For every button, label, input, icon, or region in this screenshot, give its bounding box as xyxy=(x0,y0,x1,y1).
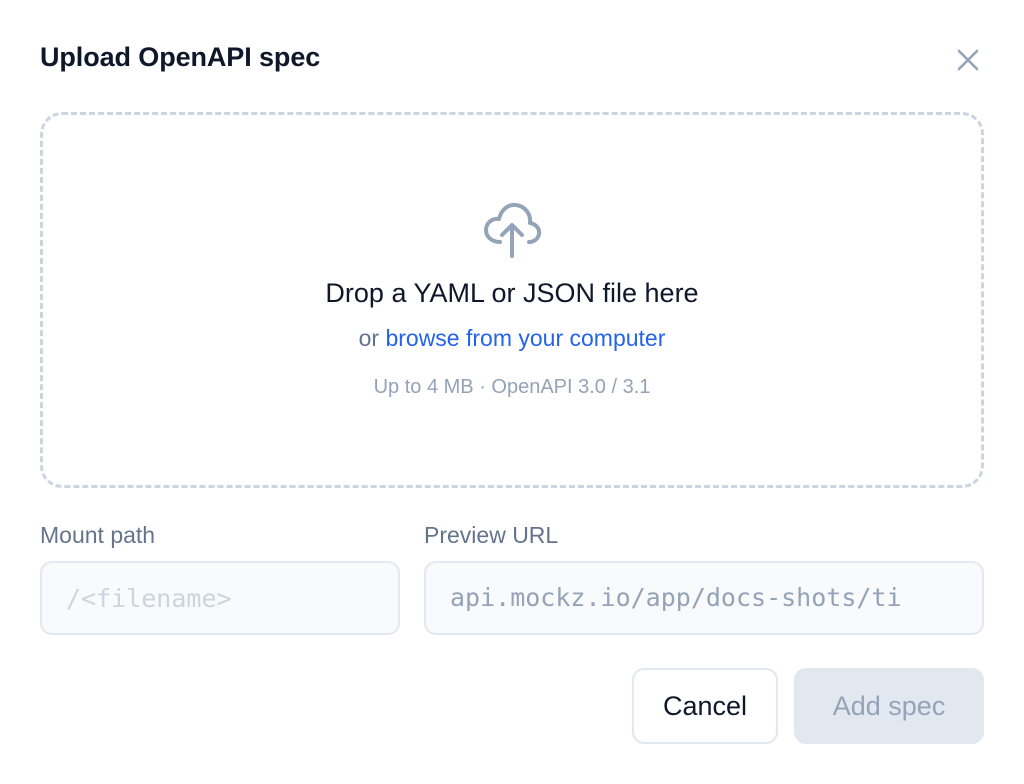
add-spec-button[interactable]: Add spec xyxy=(794,668,984,744)
preview-url-field[interactable]: api.mockz.io/app/docs-shots/ti xyxy=(424,561,984,635)
dropzone-title: Drop a YAML or JSON file here xyxy=(325,278,699,308)
close-icon xyxy=(957,49,979,71)
dropzone-subtitle: or browse from your computer xyxy=(0,325,1024,352)
cancel-button[interactable]: Cancel xyxy=(632,668,778,744)
mount-path-input[interactable] xyxy=(40,561,400,635)
dropzone-or-text: or xyxy=(358,325,380,351)
dialog-title: Upload OpenAPI spec xyxy=(40,42,321,72)
dropzone-hint: Up to 4 MB · OpenAPI 3.0 / 3.1 xyxy=(373,376,651,398)
upload-spec-dialog: Upload OpenAPI spec Drop a YAML or JSON … xyxy=(0,0,1024,784)
preview-url-label: Preview URL xyxy=(424,522,559,548)
mount-path-label: Mount path xyxy=(40,522,156,548)
close-button[interactable] xyxy=(948,40,988,80)
cloud-upload-icon xyxy=(484,202,542,258)
browse-files-link[interactable]: browse from your computer xyxy=(385,325,665,351)
